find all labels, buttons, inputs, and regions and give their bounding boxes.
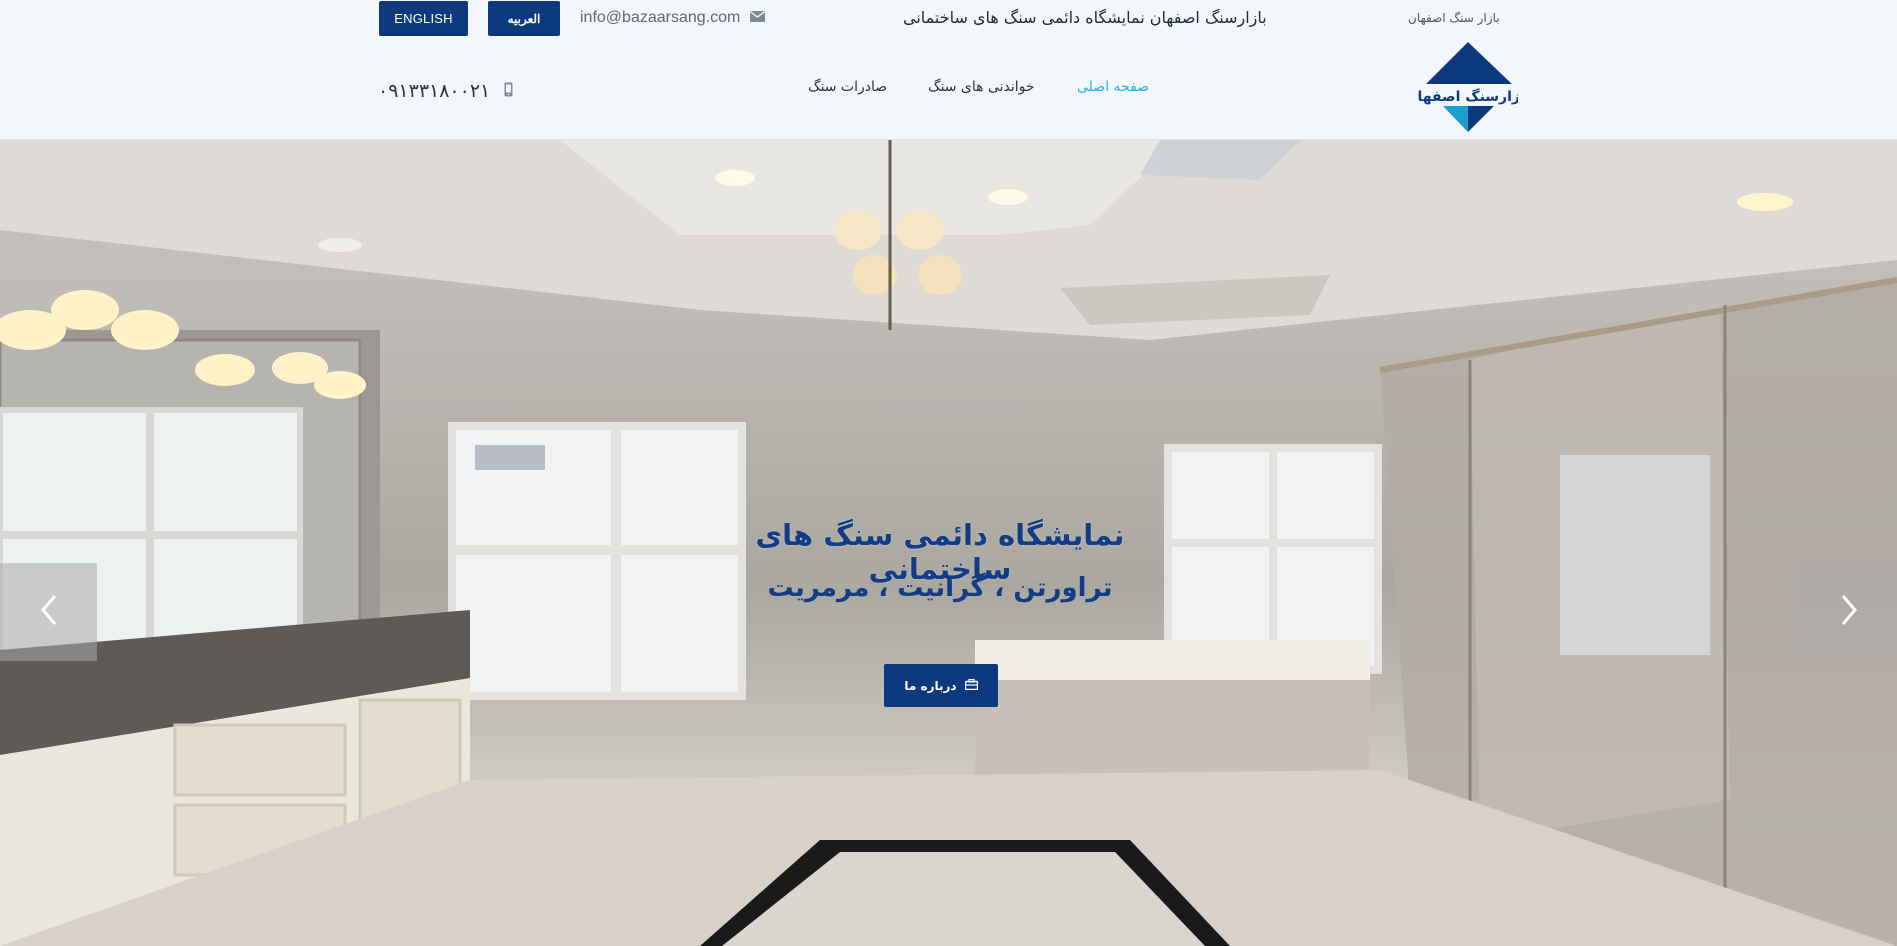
phone-number[interactable]: ۰۹۱۳۳۱۸۰۰۲۱: [378, 80, 490, 102]
mobile-phone-icon: [504, 80, 513, 102]
site-logo[interactable]: بازارسنگ اصفهان: [1406, 40, 1530, 135]
english-language-button[interactable]: ENGLISH: [379, 1, 468, 36]
about-us-button[interactable]: درباره ما: [884, 664, 998, 707]
site-header: ENGLISH العربیه info@bazaarsang.com بازا…: [0, 0, 1897, 140]
phone-contact[interactable]: ۰۹۱۳۳۱۸۰۰۲۱: [378, 80, 513, 102]
envelope-icon: [750, 9, 766, 27]
nav-item-home[interactable]: صفحه اصلی: [1077, 79, 1149, 95]
slider-prev-button[interactable]: [0, 563, 97, 661]
nav-item-stone-export[interactable]: صادرات سنگ: [808, 79, 887, 95]
svg-text:بازارسنگ اصفهان: بازارسنگ اصفهان: [1418, 88, 1518, 105]
about-us-label: درباره ما: [904, 678, 957, 693]
slider-next-button[interactable]: [1800, 563, 1897, 661]
arabic-language-button[interactable]: العربیه: [488, 1, 560, 36]
chevron-left-icon: [40, 594, 58, 630]
briefcase-icon: [964, 678, 978, 693]
site-name-small: بازار سنگ اصفهان: [1408, 11, 1500, 25]
chevron-right-icon: [1840, 594, 1858, 630]
hero-slider: نمایشگاه دائمی سنگ های ساختمانی تراورتن …: [0, 140, 1897, 946]
site-tagline: بازارسنگ اصفهان نمایشگاه دائمی سنگ های س…: [903, 8, 1267, 27]
nav-item-stone-reading[interactable]: خواندنی های سنگ: [928, 79, 1035, 95]
email-address[interactable]: info@bazaarsang.com: [580, 9, 740, 27]
email-contact[interactable]: info@bazaarsang.com: [580, 8, 766, 28]
hero-subtitle: تراورتن ، گرانیت ، مرمریت: [767, 573, 1113, 603]
